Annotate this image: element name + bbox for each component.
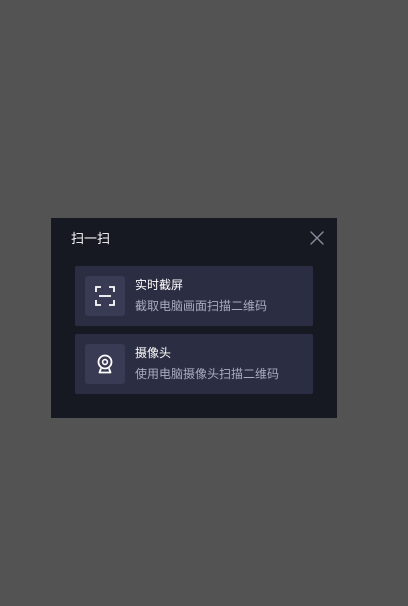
option-title: 实时截屏 — [135, 278, 184, 292]
dialog-title: 扫一扫 — [71, 232, 111, 247]
option-description: 截取电脑画面扫描二维码 — [135, 299, 268, 313]
scan-dialog: 扫一扫 实时截屏 截取电脑画面扫描二维码 摄像头 使用电脑摄像头扫描二维码 — [51, 218, 337, 418]
option-description: 使用电脑摄像头扫描二维码 — [135, 367, 280, 381]
close-icon — [310, 231, 324, 245]
option-title: 摄像头 — [135, 346, 172, 360]
camera-icon — [97, 354, 113, 374]
option-icon-box — [85, 276, 125, 316]
close-button[interactable] — [309, 230, 325, 246]
option-screenshot[interactable]: 实时截屏 截取电脑画面扫描二维码 — [75, 266, 313, 326]
screenshot-scan-icon — [95, 286, 115, 306]
option-icon-box — [85, 344, 125, 384]
option-camera[interactable]: 摄像头 使用电脑摄像头扫描二维码 — [75, 334, 313, 394]
